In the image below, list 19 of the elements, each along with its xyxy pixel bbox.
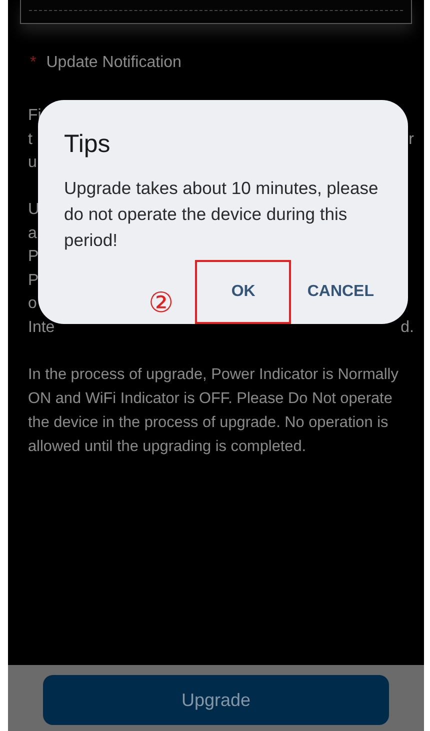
covered-text: P [28,270,39,290]
covered-text: r [408,130,414,150]
dialog-title: Tips [64,130,112,159]
covered-text: Fi [28,106,42,126]
covered-text: d. [400,318,414,338]
covered-text: o [28,294,37,314]
section-title: Update Notification [46,54,182,72]
step-marker: ② [148,286,174,318]
covered-text: P [28,247,39,267]
covered-text: t [28,130,32,150]
covered-text: a [28,224,37,244]
required-mark: * [30,54,36,72]
covered-text: Inte [28,318,55,338]
ok-button[interactable]: OK [195,260,292,324]
dialog-message: Upgrade takes about 10 minutes, please do not operate the device during this period! [64,177,380,252]
notice-text: In the process of upgrade, Power Indicator is Normally ON and WiFi Indicator is OFF. Please Do Not operate the device in the process of upgrade. No operation is allowed until the upgrading is completed. [28,365,400,457]
covered-text: u [28,153,37,173]
upgrade-button[interactable]: Upgrade [43,675,389,725]
cancel-button[interactable]: CANCEL [295,260,386,324]
